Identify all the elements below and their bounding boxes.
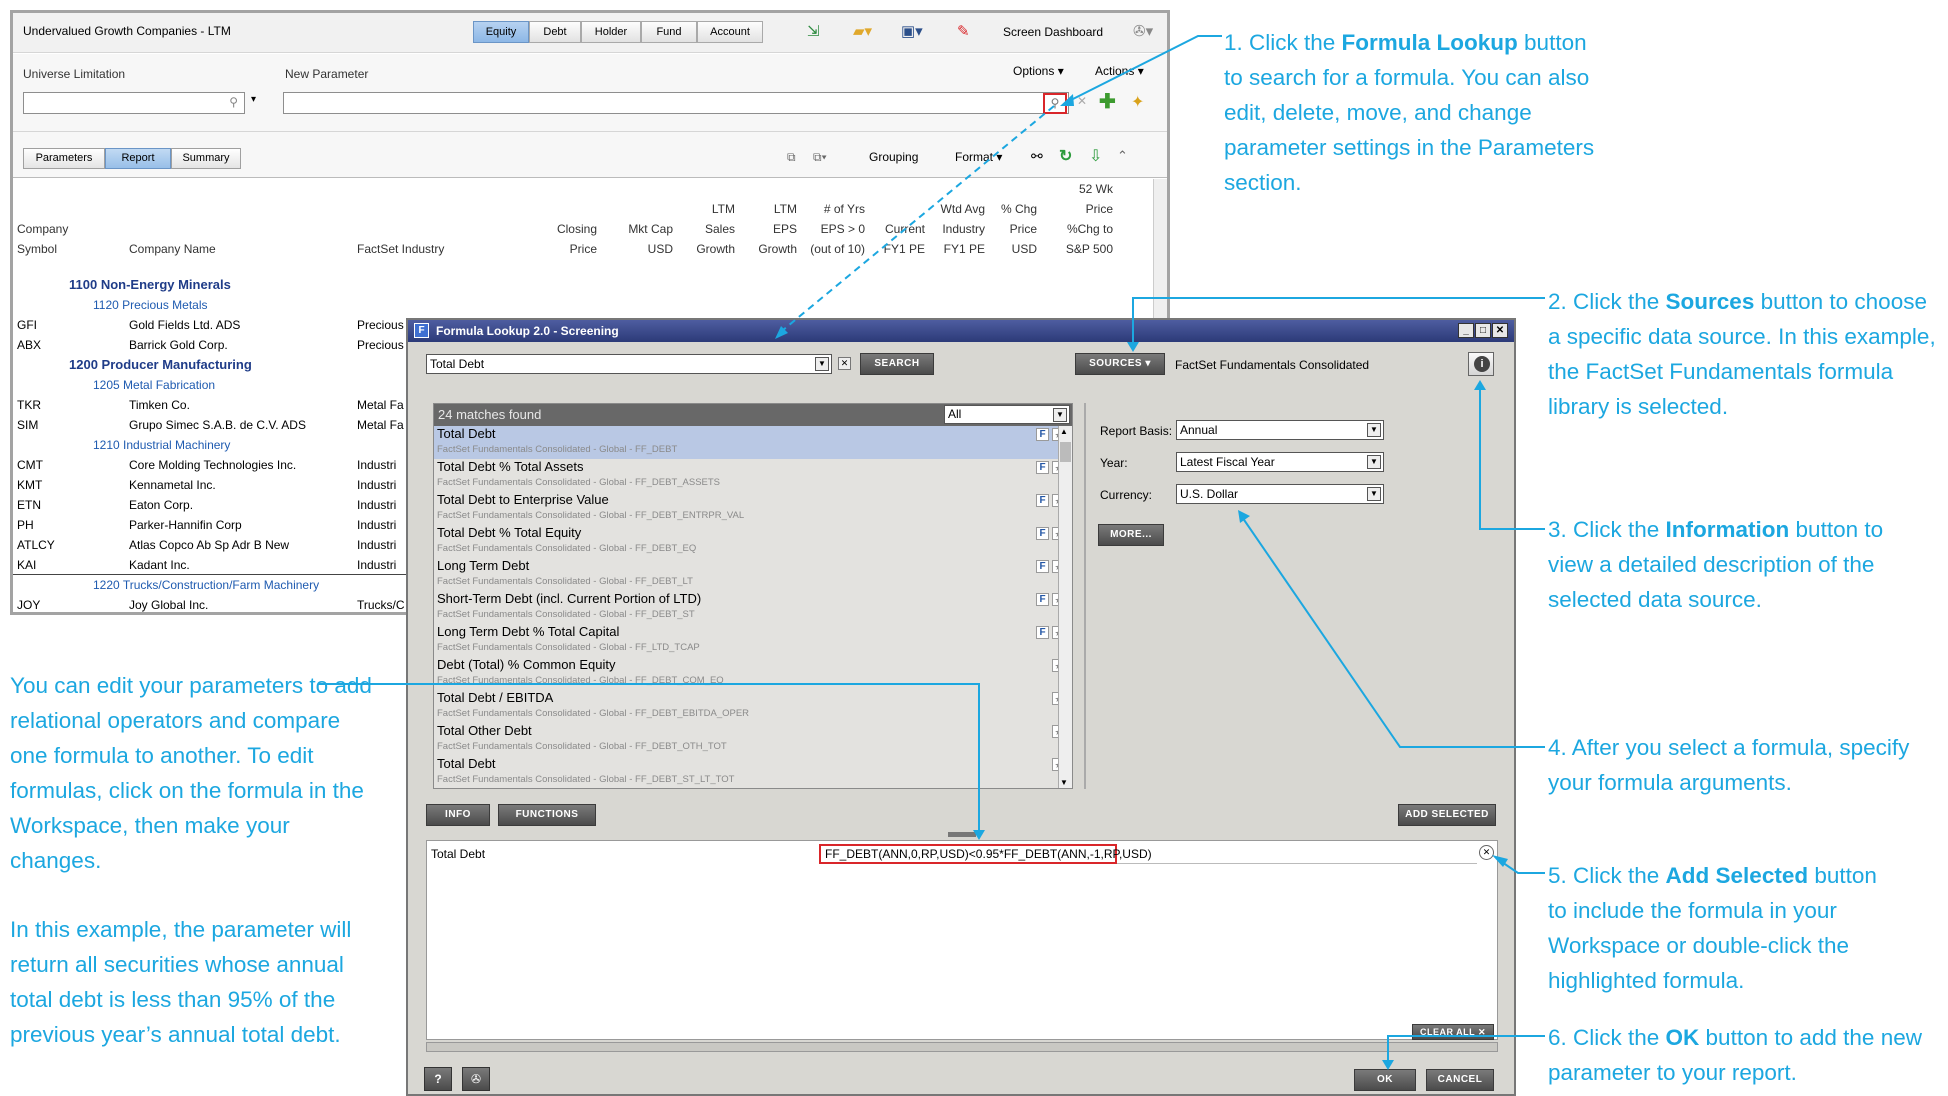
annotation-3: 3. Click the Information button to view … — [1548, 517, 1884, 612]
callout-line-left — [318, 683, 980, 836]
annotation-4: 4. After you select a formula, specify y… — [1548, 735, 1910, 795]
annotation-2: 2. Click the Sources button to choose a … — [1548, 289, 1936, 419]
callout-line-3 — [1479, 384, 1545, 530]
callout-line-4 — [1239, 513, 1545, 748]
arrowhead-left — [973, 830, 985, 840]
annotation-left-2: In this example, the parameter will retu… — [10, 917, 352, 1047]
annotation-left-1: You can edit your parameters to add rela… — [10, 673, 372, 873]
arrowhead-3 — [1474, 380, 1486, 390]
arrowhead-6 — [1382, 1060, 1394, 1070]
callout-line-2 — [1132, 297, 1545, 348]
callout-line-1 — [1064, 35, 1222, 104]
annotation-1: 1. Click the Formula Lookup button to se… — [1224, 30, 1595, 195]
callout-dashed-line — [776, 105, 1055, 336]
arrowhead-dashed — [775, 326, 788, 339]
annotation-6: 6. Click the OK button to add the new pa… — [1548, 1025, 1922, 1085]
arrowhead-1 — [1060, 94, 1074, 106]
annotation-5: 5. Click the Add Selected button to incl… — [1548, 863, 1877, 993]
arrowhead-2 — [1127, 342, 1139, 352]
callout-line-6 — [1387, 1035, 1545, 1066]
